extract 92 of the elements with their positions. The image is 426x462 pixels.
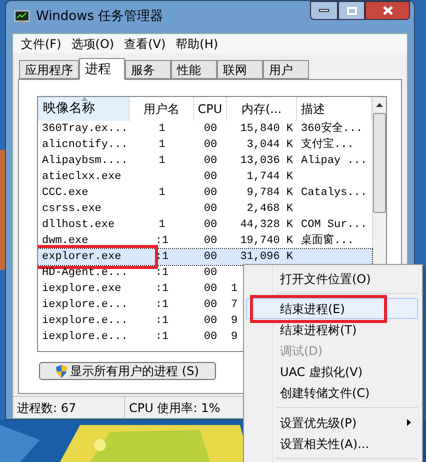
table-cell-text: 00 — [204, 330, 218, 345]
sort-arrow-icon — [81, 97, 88, 101]
tab[interactable]: 用户 — [263, 60, 309, 79]
column-header[interactable]: 映像名称 — [38, 97, 130, 121]
close-button[interactable] — [365, 1, 410, 20]
table-cell-text: 2,468 K — [246, 202, 293, 217]
tab[interactable]: 进程 — [79, 58, 125, 80]
table-cell-text: 00 — [204, 298, 218, 313]
table-cell-text: 31,096 K — [240, 250, 293, 265]
table-cell-text: 1 — [158, 218, 166, 233]
table-cell-text: 44,328 K — [240, 218, 293, 233]
menu-item[interactable]: 查看(V) — [120, 34, 170, 52]
menu-item[interactable]: 结束进程树(T) — [246, 319, 418, 340]
show-all-processes-button[interactable]: 显示所有用户的进程 (S) — [39, 362, 216, 380]
menu-item[interactable]: 打开文件位置(O) — [246, 268, 418, 289]
table-cell-text: iexplore.e... — [42, 298, 128, 313]
table-cell-text: iexplore.e... — [42, 314, 128, 329]
table-cell-text: 13,036 K — [240, 154, 293, 169]
menu-item[interactable]: 设置优先级(P) — [246, 412, 418, 433]
table-cell-text: 7 — [231, 298, 238, 313]
table-cell-text: 00 — [204, 138, 218, 153]
table-cell-text: 360安全... — [301, 120, 363, 137]
table-cell-text: 15,840 K — [240, 122, 293, 137]
table-cell-text: 00 — [204, 122, 218, 137]
close-icon — [382, 6, 392, 15]
table-cell-text: 9,784 K — [246, 186, 293, 201]
menu-item[interactable]: 文件(F) — [17, 34, 66, 52]
table-cell-text: 00 — [204, 218, 218, 233]
table-cell-text: :1 — [155, 250, 169, 265]
table-cell-text: :1 — [155, 314, 169, 329]
menu-item[interactable]: 选项(O) — [67, 34, 118, 52]
scroll-up-icon — [376, 103, 383, 107]
monitor-icon — [14, 10, 30, 24]
status-text: CPU 使用率: 1% — [128, 400, 222, 416]
minimize-icon — [319, 9, 329, 12]
table-cell-text: 00 — [204, 202, 218, 217]
table-cell-text: 3,044 K — [246, 138, 293, 153]
table-cell-text: :1 — [155, 298, 169, 313]
maximize-button[interactable] — [338, 1, 365, 20]
table-cell-text: 1 — [158, 154, 166, 169]
shield-icon — [56, 364, 68, 378]
table-cell-text: iexplore.exe — [42, 282, 122, 297]
table-cell-text: :1 — [155, 266, 169, 281]
table-cell-text: 9 — [231, 314, 238, 329]
table-cell-text: alicnotify... — [42, 138, 128, 153]
menu-item[interactable]: 设置相关性(A)... — [246, 433, 418, 454]
table-cell-text: atieclxx.exe — [42, 170, 122, 185]
table-cell-text: 00 — [204, 170, 218, 185]
table-cell-text: 1 — [158, 122, 166, 137]
table-cell-text: 1 — [158, 138, 166, 153]
menu-item[interactable]: 帮助(H) — [172, 34, 222, 52]
table-cell-text: 00 — [204, 234, 218, 249]
table-cell-text: 00 — [204, 282, 218, 297]
table-cell-text: :1 — [155, 330, 169, 345]
table-cell-text: 1 — [158, 186, 166, 201]
tab[interactable]: 联网 — [217, 60, 263, 79]
table-cell-text: Catalys... — [301, 186, 368, 201]
table-cell-text: csrss.exe — [42, 202, 102, 217]
table-cell-text: 360Tray.ex... — [42, 122, 128, 137]
table-cell-text: iexplore.e... — [42, 330, 128, 345]
tab[interactable]: 服务 — [125, 60, 171, 79]
table-cell-text: 00 — [204, 266, 218, 281]
table-cell-text: 00 — [204, 186, 218, 201]
table-cell-text: Alipay ... — [301, 154, 368, 169]
table-cell-text: :1 — [155, 234, 169, 249]
tab[interactable]: 应用程序 — [19, 60, 79, 79]
table-cell-text: 1 — [231, 282, 238, 297]
minimize-button[interactable] — [310, 1, 338, 20]
table-cell-text: 桌面窗... — [301, 232, 354, 249]
window-title: Windows 任务管理器 — [36, 8, 164, 26]
table-cell-text: 1,744 K — [246, 170, 293, 185]
table-cell-text: 支付宝... — [301, 136, 354, 153]
table-cell-text: dllhost.exe — [42, 218, 115, 233]
table-cell-text: CCC.exe — [42, 186, 88, 201]
menu-item[interactable]: UAC 虚拟化(V) — [246, 361, 418, 382]
table-cell-text: Alipaybsm.... — [42, 154, 128, 169]
table-cell-text: HD-Agent.e... — [42, 266, 128, 281]
table-cell-text: explorer.exe — [42, 250, 122, 265]
submenu-arrow-icon — [407, 419, 411, 426]
table-cell-text: 00 — [204, 314, 218, 329]
table-cell-text: 9 — [231, 330, 238, 345]
maximize-icon — [346, 6, 356, 14]
status-text: 进程数: 67 — [13, 397, 125, 418]
table-cell-text: 00 — [204, 250, 218, 265]
scroll-thumb[interactable] — [373, 113, 386, 213]
table-cell-text: :1 — [155, 282, 169, 297]
table-cell-text: 19,740 K — [240, 234, 293, 249]
table-cell-text: dwm.exe — [42, 234, 88, 249]
tab[interactable]: 性能 — [171, 60, 217, 79]
menu-item[interactable]: 创建转储文件(C) — [246, 382, 418, 403]
table-cell-text: COM Sur... — [301, 218, 368, 233]
table-cell-text: 00 — [204, 154, 218, 169]
